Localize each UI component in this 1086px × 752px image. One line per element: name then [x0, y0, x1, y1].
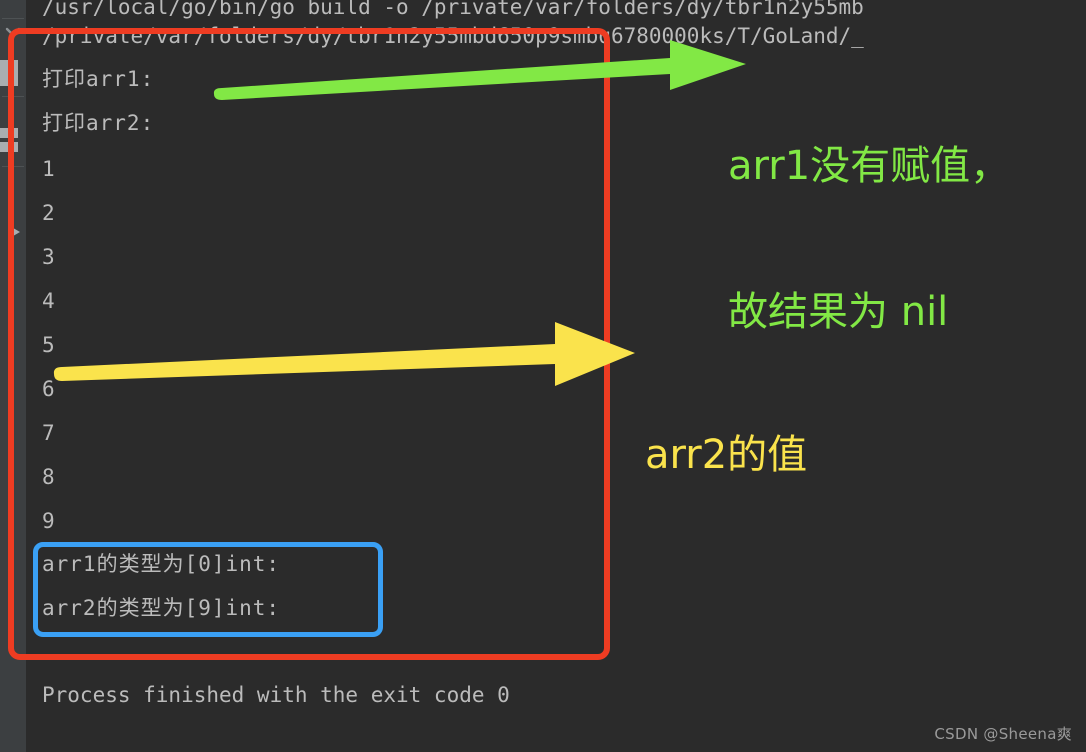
- console-line: 5: [42, 333, 55, 357]
- console-line: Process finished with the exit code 0: [42, 683, 510, 707]
- console-line: 2: [42, 201, 55, 225]
- gutter-divider: [2, 96, 24, 97]
- console-line: 6: [42, 377, 55, 401]
- stop-icon[interactable]: [0, 60, 18, 86]
- console-line: 9: [42, 509, 55, 533]
- console-line: arr2的类型为[9]int:: [42, 596, 281, 620]
- console-line: 1: [42, 157, 55, 181]
- gutter-divider: [2, 166, 24, 167]
- yellow-annotation-arrow: [53, 322, 635, 386]
- green-annotation-line-1: arr1没有赋值，: [728, 142, 1011, 189]
- csdn-watermark: CSDN @Sheena爽: [934, 725, 1072, 743]
- green-annotation-line-2: 故结果为 nil: [728, 288, 949, 335]
- yellow-annotation-text: arr2的值: [645, 333, 807, 577]
- resume-icon[interactable]: [3, 222, 23, 242]
- gutter-divider: [2, 18, 24, 19]
- console-line: 打印arr2:: [42, 111, 155, 135]
- console-line: 3: [42, 245, 55, 269]
- goland-run-console-screenshot: /usr/local/go/bin/go build -o /private/v…: [0, 0, 1086, 752]
- console-line: 4: [42, 289, 55, 313]
- print-icon-bar-1[interactable]: [0, 128, 18, 138]
- run-tool-gutter: [0, 0, 26, 752]
- green-annotation-arrow: [213, 40, 746, 100]
- console-line: 打印arr1:: [42, 67, 155, 91]
- console-line: 7: [42, 421, 55, 445]
- console-line: /usr/local/go/bin/go build -o /private/v…: [42, 0, 864, 19]
- run-tool-gutter-icons: [0, 0, 26, 752]
- print-icon-bar-2[interactable]: [0, 142, 18, 152]
- console-line: 8: [42, 465, 55, 489]
- yellow-annotation-line-1: arr2的值: [645, 431, 808, 478]
- rerun-icon[interactable]: [3, 22, 23, 42]
- console-line: arr1的类型为[0]int:: [42, 552, 281, 576]
